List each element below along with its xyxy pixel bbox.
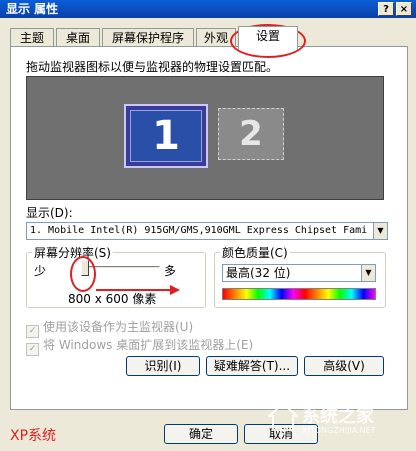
- slider-annotation-ellipse: [70, 256, 96, 292]
- close-button[interactable]: ×: [396, 2, 412, 16]
- color-quality-group-title: 颜色质量(C): [220, 244, 290, 261]
- caption-text: XP系统: [10, 428, 57, 444]
- help-button[interactable]: ?: [378, 2, 394, 16]
- title-bar: 显示 属性 ? ×: [0, 0, 416, 18]
- color-quality-value: 最高(32 位): [226, 266, 291, 280]
- right-arrow-annotation-icon: [96, 285, 180, 295]
- watermark-url: XITONGZHIJIA.NET: [302, 426, 376, 435]
- extend-desktop-label: 将 Windows 桌面扩展到该监视器上(E): [43, 338, 254, 352]
- monitor-1-icon[interactable]: 1: [124, 104, 208, 168]
- advanced-button[interactable]: 高级(V): [304, 356, 384, 376]
- resolution-less-label: 少: [34, 264, 47, 278]
- extend-desktop-checkbox[interactable]: ✓ 将 Windows 桌面扩展到该监视器上(E): [26, 336, 253, 356]
- instruction-text: 拖动监视器图标以便与监视器的物理设置匹配。: [26, 60, 279, 74]
- resolution-group-title: 屏幕分辨率(S): [32, 244, 113, 261]
- checkbox-box: ✓: [26, 343, 39, 356]
- window-title: 显示 属性: [6, 2, 59, 16]
- watermark-brand: 系统之家: [302, 406, 374, 427]
- ok-button[interactable]: 确定: [164, 424, 238, 444]
- identify-button[interactable]: 识别(I): [126, 356, 200, 376]
- resolution-more-label: 多: [164, 264, 177, 278]
- house-logo-icon: [268, 402, 298, 431]
- tab-desktop[interactable]: 桌面: [56, 28, 100, 48]
- chevron-down-icon[interactable]: ▼: [373, 223, 387, 239]
- primary-monitor-label: 使用该设备作为主监视器(U): [43, 320, 194, 334]
- display-select-value: 1. Mobile Intel(R) 915GM/GMS,910GML Expr…: [30, 225, 368, 236]
- tab-themes[interactable]: 主题: [10, 28, 54, 48]
- display-select[interactable]: 1. Mobile Intel(R) 915GM/GMS,910GML Expr…: [26, 222, 388, 240]
- color-spectrum-bar: [222, 288, 376, 300]
- tab-settings[interactable]: 设置: [238, 26, 298, 50]
- color-quality-select[interactable]: 最高(32 位) ▼: [222, 264, 376, 282]
- primary-monitor-checkbox[interactable]: ✓ 使用该设备作为主监视器(U): [26, 318, 193, 338]
- tab-screensaver[interactable]: 屏幕保护程序: [102, 28, 194, 48]
- display-label: 显示(D):: [26, 206, 73, 220]
- chevron-down-icon[interactable]: ▼: [361, 265, 375, 281]
- watermark: 系统之家 XITONGZHIJIA.NET: [262, 396, 414, 450]
- monitor-2-icon[interactable]: 2: [218, 108, 284, 160]
- troubleshoot-button[interactable]: 疑难解答(T)...: [206, 356, 298, 376]
